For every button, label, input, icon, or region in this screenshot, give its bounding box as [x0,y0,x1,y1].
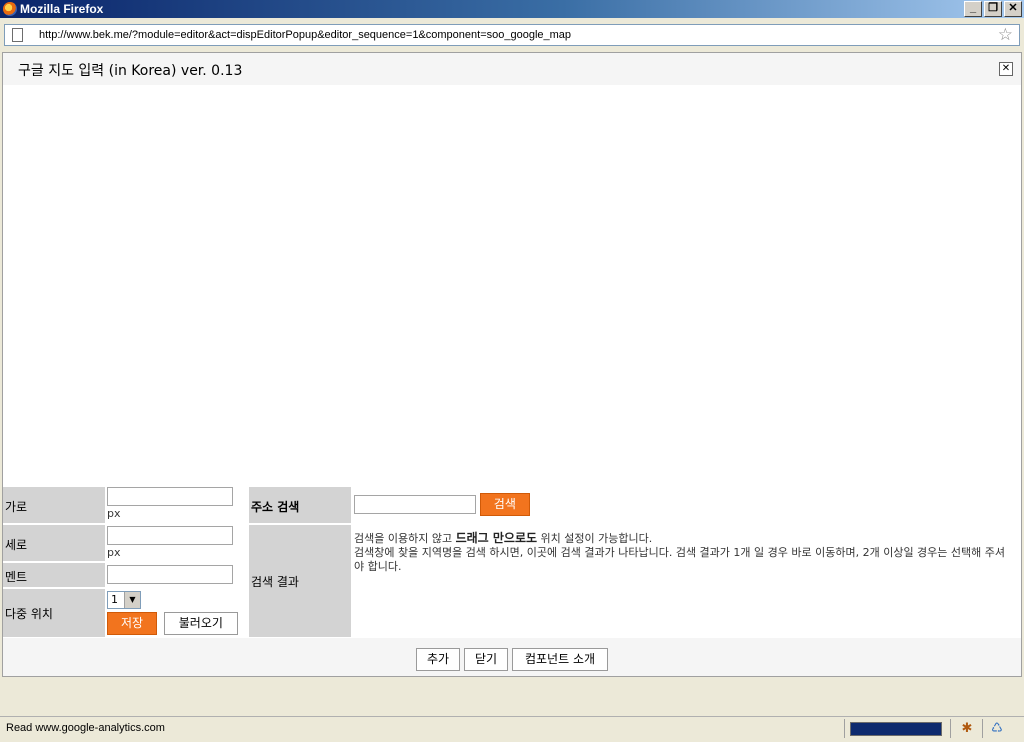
close-button[interactable]: 닫기 [464,648,508,671]
popup-footer: 추가 닫기 컴포넌트 소개 [3,638,1021,676]
multi-location-select[interactable]: 1 ▼ [107,591,141,609]
height-label-cell: 세로 [3,525,105,561]
multi-location-label: 다중 위치 [5,607,53,621]
window-controls: _ ❐ ✕ [962,1,1022,17]
load-button[interactable]: 불러오기 [163,612,238,635]
width-label-cell: 가로 [3,487,105,523]
width-input[interactable] [107,487,233,506]
comment-input[interactable] [107,565,233,584]
page-icon [12,28,23,42]
multi-location-value-cell: 1 ▼ 저장 불러오기 [107,591,238,635]
height-label: 세로 [5,538,28,552]
component-about-button[interactable]: 컴포넌트 소개 [512,648,608,671]
height-unit: px [107,546,121,559]
status-text: Read www.google-analytics.com [6,722,165,734]
search-button[interactable]: 검색 [479,493,530,516]
search-results-label-cell: 검색 결과 [249,525,351,637]
height-input[interactable] [107,526,233,545]
search-results-label: 검색 결과 [251,575,299,589]
drag-hint-post: 위치 설정이 가능합니다. [537,532,653,545]
editor-popup: 구글 지도 입력 (in Korea) ver. 0.13 ✕ 가로 px 세로… [2,52,1022,677]
firebug-icon[interactable]: ✱ [958,720,976,737]
map-area[interactable] [3,85,1021,487]
chevron-down-icon[interactable]: ▼ [124,592,140,608]
search-hint: 검색창에 찾을 지역명을 검색 하시면, 이곳에 검색 결과가 나타납니다. 검… [354,546,1006,573]
progress-bar [850,722,942,736]
multi-location-buttons: 저장 불러오기 [107,612,238,635]
status-separator [982,719,983,738]
width-unit: px [107,507,121,520]
address-search-label: 주소 검색 [251,500,300,514]
drag-hint: 검색을 이용하지 않고 드래그 만으로도 위치 설정이 가능합니다. [354,531,1014,546]
popup-header: 구글 지도 입력 (in Korea) ver. 0.13 ✕ [3,53,1021,85]
address-search-input[interactable] [354,495,476,514]
status-bar: Read www.google-analytics.com ✱ ♺ [0,716,1024,741]
url-field[interactable]: http://www.bek.me/?module=editor&act=dis… [4,24,1020,46]
address-bar: http://www.bek.me/?module=editor&act=dis… [0,22,1024,50]
update-icon[interactable]: ♺ [988,720,1006,737]
comment-value-cell [107,565,233,584]
address-search-value-cell: 검색 [354,493,530,516]
search-results-area: 검색을 이용하지 않고 드래그 만으로도 위치 설정이 가능합니다. 검색창에 … [354,531,1014,574]
width-value-cell: px [107,487,233,520]
bookmark-star-icon[interactable]: ☆ [998,25,1013,45]
window-title: Mozilla Firefox [20,2,104,16]
restore-button[interactable]: ❐ [984,1,1002,17]
address-search-label-cell: 주소 검색 [249,487,351,523]
firefox-logo-icon [3,2,17,16]
comment-label: 멘트 [5,570,28,584]
multi-location-label-cell: 다중 위치 [3,589,105,637]
url-text: http://www.bek.me/?module=editor&act=dis… [39,29,572,41]
window-titlebar: Mozilla Firefox _ ❐ ✕ [0,0,1024,18]
popup-close-icon[interactable]: ✕ [999,62,1013,76]
comment-label-cell: 멘트 [3,563,105,587]
popup-title: 구글 지도 입력 (in Korea) ver. 0.13 [18,63,243,79]
add-button[interactable]: 추가 [416,648,460,671]
minimize-button[interactable]: _ [964,1,982,17]
save-button[interactable]: 저장 [107,612,157,635]
close-window-button[interactable]: ✕ [1004,1,1022,17]
multi-location-selected: 1 [111,593,118,606]
width-label: 가로 [5,500,28,514]
drag-hint-bold: 드래그 만으로도 [455,531,538,545]
height-value-cell: px [107,526,233,559]
status-separator [950,719,951,738]
status-separator [844,719,845,738]
drag-hint-pre: 검색을 이용하지 않고 [354,532,456,545]
